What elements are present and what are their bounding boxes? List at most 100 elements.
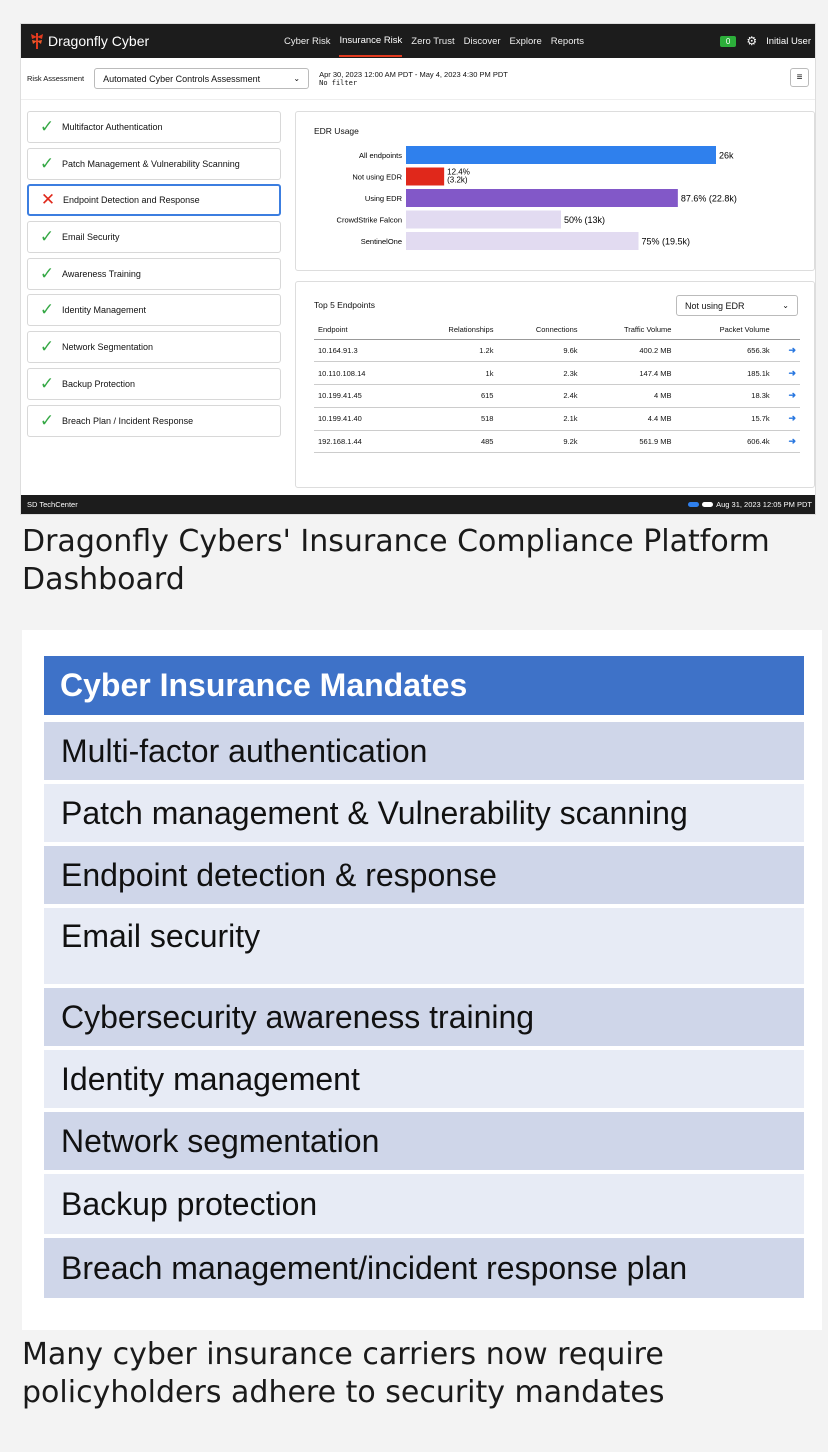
status-bar: SD TechCenter Aug 31, 2023 12:05 PM PDT [21, 495, 815, 514]
table-row[interactable]: 192.168.1.44 485 9.2k 561.9 MB 606.4k ➜ [314, 430, 800, 454]
mandate-row: Endpoint detection & response [44, 846, 804, 904]
control-item[interactable]: ✓ Awareness Training [27, 257, 281, 290]
table-cell: 1k [407, 361, 498, 386]
bar[interactable] [406, 189, 678, 207]
filter-text: No filter [319, 78, 358, 87]
controls-list: ✓ Multifactor Authentication ✓ Patch Manage… [27, 111, 281, 441]
table-header-row: Endpoint Relationships Connections Traffic … [314, 320, 800, 340]
column-header[interactable]: Relationships [407, 320, 498, 340]
table-cell: 15.7k [675, 407, 774, 431]
top-endpoints-panel: Top 5 Endpoints Not using EDR ⌄ Endpoint… [295, 281, 815, 488]
nav-tab-explore[interactable]: Explore [510, 27, 542, 56]
category-label: All endpoints [359, 151, 402, 160]
check-mark-icon: ✓ [39, 227, 55, 247]
table-cell: 10.164.91.3 [314, 339, 408, 363]
bar[interactable] [406, 146, 716, 164]
user-menu[interactable]: Initial User [766, 36, 811, 47]
column-header[interactable]: Traffic Volume [581, 320, 676, 340]
main-nav: Cyber Risk Insurance Risk Zero Trust Discov… [284, 24, 593, 58]
check-mark-icon: ✓ [39, 117, 55, 136]
control-item[interactable]: ✓ Identity Management [27, 294, 281, 327]
control-label: Identity Management [62, 305, 147, 316]
data-label: (3.2k) [447, 176, 468, 185]
bar[interactable] [406, 210, 561, 229]
check-mark-icon: ✓ [39, 153, 55, 173]
mandates-caption: Many cyber insurance carriers now requir… [22, 1337, 665, 1410]
nav-tab-cyber-risk[interactable]: Cyber Risk [284, 27, 330, 56]
column-header[interactable]: Connections [497, 320, 582, 340]
date-range[interactable]: Apr 30, 2023 12:00 AM PDT - May 4, 2023 … [319, 70, 508, 88]
table-cell: 10.199.41.40 [314, 407, 408, 431]
date-range-text: Apr 30, 2023 12:00 AM PDT - May 4, 2023 … [319, 69, 508, 79]
chevron-down-icon: ⌄ [782, 301, 789, 310]
open-endpoint-icon[interactable]: ➜ [773, 407, 800, 431]
table-row[interactable]: 10.164.91.3 1.2k 9.6k 400.2 MB 656.3k ➜ [314, 339, 800, 363]
table-cell: 9.2k [497, 430, 582, 454]
table-cell: 400.2 MB [581, 339, 676, 363]
status-left: SD TechCenter [27, 500, 78, 509]
mandates-table: Cyber Insurance Mandates Multi-factor au… [22, 630, 822, 1330]
open-endpoint-icon[interactable]: ➜ [773, 384, 800, 408]
data-label: 26k [719, 151, 734, 161]
bar[interactable] [406, 167, 445, 186]
bar[interactable] [406, 232, 639, 250]
check-mark-icon: ✓ [39, 263, 55, 283]
open-endpoint-icon[interactable]: ➜ [773, 339, 800, 363]
table-row[interactable]: 10.110.108.14 1k 2.3k 147.4 MB 185.1k ➜ [314, 361, 800, 386]
table-cell: 2.4k [497, 384, 582, 408]
control-item[interactable]: ✓ Breach Plan / Incident Response [27, 404, 281, 437]
endpoint-filter-value: Not using EDR [685, 300, 745, 311]
table-cell: 656.3k [675, 339, 774, 363]
data-label: 87.6% (22.8k) [681, 194, 737, 204]
data-label: 75% (19.5k) [642, 237, 691, 247]
column-header[interactable]: Endpoint [314, 320, 408, 340]
table-cell: 2.1k [497, 407, 582, 431]
nav-tab-insurance-risk[interactable]: Insurance Risk [339, 26, 403, 57]
check-mark-icon: ✓ [39, 337, 55, 357]
control-item[interactable]: ✓ Email Security [27, 221, 281, 254]
control-item[interactable]: ✓ Patch Management & Vulnerability Scanni… [27, 147, 281, 180]
mandates-header: Cyber Insurance Mandates [44, 656, 804, 715]
control-item[interactable]: ✓ Network Segmentation [27, 331, 281, 364]
control-item[interactable]: ✓ Backup Protection [27, 367, 281, 400]
control-label: Email Security [62, 232, 120, 243]
mandate-row: Breach management/incident response plan [44, 1238, 804, 1298]
control-label: Backup Protection [62, 378, 136, 389]
control-item[interactable]: ✕ Endpoint Detection and Response [27, 184, 281, 217]
table-row[interactable]: 10.199.41.40 518 2.1k 4.4 MB 15.7k ➜ [314, 407, 800, 431]
assessment-select-value: Automated Cyber Controls Assessment [103, 73, 261, 84]
dashboard-caption: Dragonfly Cybers' Insurance Compliance P… [22, 524, 770, 597]
nav-tab-zero-trust[interactable]: Zero Trust [411, 27, 454, 56]
table-cell: 10.199.41.45 [314, 384, 408, 408]
hamburger-menu-icon[interactable]: ≡ [790, 68, 809, 87]
table-row[interactable]: 10.199.41.45 615 2.4k 4 MB 18.3k ➜ [314, 384, 800, 408]
open-endpoint-icon[interactable]: ➜ [773, 430, 800, 454]
mandate-row: Network segmentation [44, 1112, 804, 1170]
table-cell: 485 [407, 430, 498, 454]
control-label: Breach Plan / Incident Response [62, 415, 194, 426]
brand[interactable]: Dragonfly Cyber [30, 33, 149, 49]
control-label: Awareness Training [62, 268, 141, 279]
dashboard-window: Dragonfly Cyber Cyber Risk Insurance Risk… [20, 23, 816, 515]
control-item[interactable]: ✓ Multifactor Authentication [27, 111, 281, 143]
control-label: Patch Management & Vulnerability Scannin… [62, 158, 240, 169]
assessment-select[interactable]: Automated Cyber Controls Assessment ⌄ [94, 68, 310, 89]
column-header[interactable]: Packet Volume [675, 320, 774, 340]
nav-tab-reports[interactable]: Reports [551, 27, 584, 56]
notification-badge[interactable]: 0 [719, 35, 737, 47]
mandate-row: Multi-factor authentication [44, 722, 804, 780]
brand-name: Dragonfly Cyber [48, 33, 150, 49]
nav-tab-discover[interactable]: Discover [464, 27, 501, 56]
status-timestamp: Aug 31, 2023 12:05 PM PDT [716, 500, 812, 509]
endpoint-filter-select[interactable]: Not using EDR ⌄ [676, 295, 798, 316]
open-endpoint-icon[interactable]: ➜ [773, 361, 800, 386]
table-cell: 4.4 MB [581, 407, 676, 431]
top-navbar: Dragonfly Cyber Cyber Risk Insurance Risk… [21, 24, 815, 58]
table-cell: 606.4k [675, 430, 774, 454]
table-cell: 147.4 MB [581, 361, 676, 386]
data-label: 50% (13k) [564, 215, 605, 225]
gear-icon[interactable]: ⚙ [746, 34, 757, 48]
top-right-tools: 0 ⚙ Initial User [719, 24, 811, 58]
category-label: CrowdStrike Falcon [337, 216, 402, 225]
check-mark-icon: ✓ [39, 410, 55, 430]
